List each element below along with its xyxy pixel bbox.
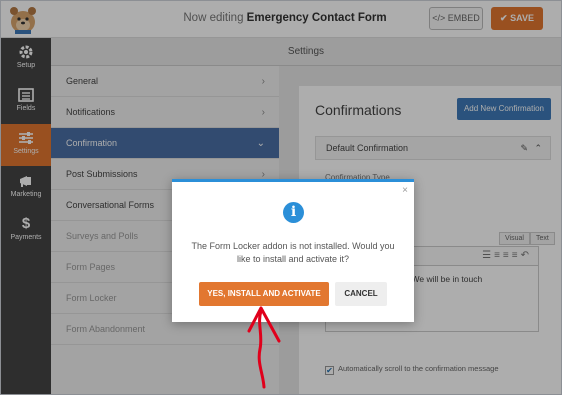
addon-install-modal: × i The Form Locker addon is not install… [172, 179, 414, 322]
close-icon[interactable]: × [402, 185, 408, 196]
cancel-button[interactable]: CANCEL [335, 282, 387, 306]
app-window: Now editing Emergency Contact Form </> E… [0, 0, 562, 395]
modal-message: The Form Locker addon is not installed. … [191, 241, 395, 264]
info-icon: i [283, 202, 304, 223]
install-activate-button[interactable]: YES, INSTALL AND ACTIVATE [199, 282, 329, 306]
